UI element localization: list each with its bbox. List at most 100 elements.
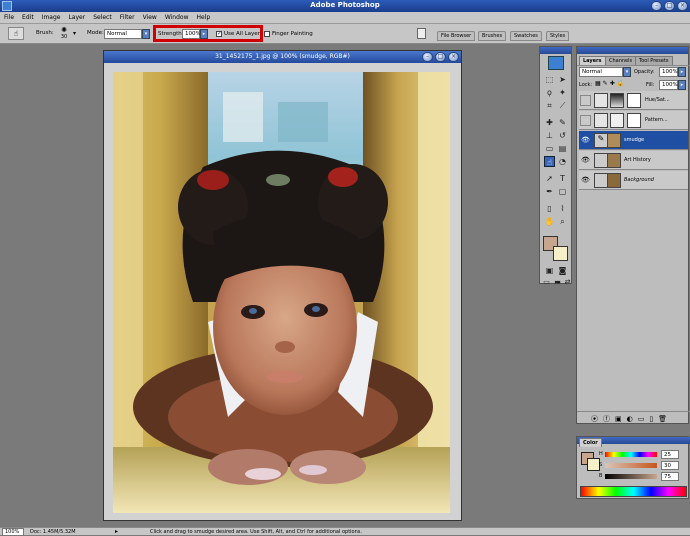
background-color-swatch[interactable] xyxy=(553,246,568,261)
brightness-label: B xyxy=(599,473,603,479)
palette-tab-file-browser[interactable]: File Browser xyxy=(437,31,476,41)
finger-painting-label: Finger Painting xyxy=(272,31,313,37)
tab-tool-presets[interactable]: Tool Presets xyxy=(635,56,673,65)
image-canvas[interactable] xyxy=(113,72,450,513)
photoshop-logo-icon[interactable] xyxy=(548,56,564,70)
jump-to-imageready-icon[interactable]: ⇄ xyxy=(562,277,573,288)
hand-tool-icon[interactable]: ✋ xyxy=(544,216,555,227)
type-tool-icon[interactable]: T xyxy=(557,173,568,184)
layer-row-background[interactable]: 👁 Background xyxy=(579,171,688,190)
magic-wand-tool-icon[interactable]: ✦ xyxy=(557,87,568,98)
brush-picker[interactable]: ✺ 30 xyxy=(57,26,71,41)
healing-brush-tool-icon[interactable]: ✚ xyxy=(544,117,555,128)
maximize-button[interactable]: □ xyxy=(664,1,675,11)
palette-well-icon[interactable] xyxy=(417,28,426,39)
move-tool-icon[interactable]: ➤ xyxy=(557,74,568,85)
app-title-bar: Adobe Photoshop – □ × xyxy=(0,0,690,12)
quick-mask-mode-icon[interactable]: ◙ xyxy=(557,265,568,276)
menu-select[interactable]: Select xyxy=(89,12,116,23)
standard-mode-icon[interactable]: ▣ xyxy=(544,265,555,276)
doc-info[interactable]: Doc: 1.45M/5.32M xyxy=(30,529,76,535)
lock-options-icons[interactable]: ▦✎✚🔒 xyxy=(595,80,626,87)
document-title-bar[interactable]: 31_1452175_1.jpg @ 100% (smudge, RGB#) –… xyxy=(104,51,461,63)
link-slot[interactable] xyxy=(594,173,608,188)
tab-color[interactable]: Color xyxy=(579,438,602,447)
hue-label: H xyxy=(599,451,603,457)
menu-view[interactable]: View xyxy=(139,12,161,23)
brush-size: 30 xyxy=(60,34,68,40)
doc-close-button[interactable]: × xyxy=(448,52,459,62)
document-window[interactable]: 31_1452175_1.jpg @ 100% (smudge, RGB#) –… xyxy=(103,50,462,521)
layer-thumbnail xyxy=(610,113,624,128)
layer-row-hue-sat[interactable]: Hue/Sat... xyxy=(579,91,688,110)
brightness-value[interactable]: 75 xyxy=(661,472,679,481)
link-slot[interactable] xyxy=(594,153,608,168)
visibility-toggle[interactable] xyxy=(580,95,591,106)
finger-painting-checkbox[interactable] xyxy=(264,31,270,37)
fill-input[interactable]: 100% xyxy=(659,80,678,90)
brush-dropdown-arrow-icon[interactable]: ▾ xyxy=(73,30,76,37)
lasso-tool-icon[interactable]: ϙ xyxy=(544,87,555,98)
tab-layers[interactable]: Layers xyxy=(579,56,606,65)
tab-channels[interactable]: Channels xyxy=(605,56,637,65)
color-ramp[interactable] xyxy=(580,486,687,497)
crop-tool-icon[interactable]: ⌗ xyxy=(544,100,555,111)
blend-mode-select[interactable]: Normal xyxy=(579,67,623,77)
path-selection-tool-icon[interactable]: ➚ xyxy=(544,173,555,184)
hue-slider[interactable] xyxy=(605,452,657,457)
visibility-toggle[interactable] xyxy=(580,115,591,126)
layer-row-smudge[interactable]: 👁 ✎ smudge xyxy=(579,131,688,150)
eye-icon[interactable]: 👁 xyxy=(580,155,591,166)
eye-icon[interactable]: 👁 xyxy=(580,135,591,146)
hue-value[interactable]: 25 xyxy=(661,450,679,459)
layer-thumbnail xyxy=(607,173,621,188)
saturation-slider[interactable] xyxy=(605,463,657,468)
menu-help[interactable]: Help xyxy=(193,12,215,23)
doc-minimize-button[interactable]: – xyxy=(422,52,433,62)
palette-tab-brushes[interactable]: Brushes xyxy=(478,31,507,41)
opacity-input[interactable]: 100% xyxy=(659,67,678,77)
paintbrush-icon: ✎ xyxy=(594,133,608,148)
fill-arrow-icon[interactable]: ▸ xyxy=(678,80,686,90)
clone-stamp-tool-icon[interactable]: ⊥ xyxy=(544,130,555,141)
layers-palette-header[interactable] xyxy=(577,47,688,54)
gradient-tool-icon[interactable]: ▤ xyxy=(557,143,568,154)
pen-tool-icon[interactable]: ✒ xyxy=(544,186,555,197)
menu-file[interactable]: File xyxy=(0,12,18,23)
palette-tab-swatches[interactable]: Swatches xyxy=(510,31,542,41)
slice-tool-icon[interactable]: ⟋ xyxy=(557,100,568,111)
palette-tab-styles[interactable]: Styles xyxy=(546,31,570,41)
shape-tool-icon[interactable]: ▢ xyxy=(557,186,568,197)
smudge-tool-preset-icon[interactable]: ☝ xyxy=(8,27,24,40)
brightness-slider[interactable] xyxy=(605,474,657,479)
smudge-tool-icon[interactable]: ☝ xyxy=(544,156,555,167)
menu-image[interactable]: Image xyxy=(38,12,65,23)
blend-mode-arrow-icon[interactable]: ▾ xyxy=(623,67,631,77)
brush-tool-icon[interactable]: ✎ xyxy=(557,117,568,128)
eraser-tool-icon[interactable]: ▭ xyxy=(544,143,555,154)
close-button[interactable]: × xyxy=(677,1,688,11)
mode-select[interactable]: Normal xyxy=(104,29,142,39)
status-arrow-icon[interactable]: ▸ xyxy=(115,528,118,535)
layer-action-icons[interactable]: ⦿ⓕ▣◐▭▯🗑 xyxy=(591,414,672,424)
screen-mode-icon[interactable]: ▭ xyxy=(541,277,552,288)
menu-edit[interactable]: Edit xyxy=(18,12,38,23)
eyedropper-tool-icon[interactable]: ⌇ xyxy=(557,203,568,214)
minimize-button[interactable]: – xyxy=(651,1,662,11)
layer-row-pattern[interactable]: Pattern... xyxy=(579,111,688,130)
dodge-tool-icon[interactable]: ◔ xyxy=(557,156,568,167)
zoom-tool-icon[interactable]: ⌕ xyxy=(557,216,568,227)
notes-tool-icon[interactable]: ▯ xyxy=(544,203,555,214)
history-brush-tool-icon[interactable]: ↺ xyxy=(557,130,568,141)
eye-icon[interactable]: 👁 xyxy=(580,175,591,186)
menu-filter[interactable]: Filter xyxy=(116,12,139,23)
saturation-value[interactable]: 30 xyxy=(661,461,679,470)
doc-maximize-button[interactable]: □ xyxy=(435,52,446,62)
menu-window[interactable]: Window xyxy=(161,12,193,23)
marquee-tool-icon[interactable]: ⬚ xyxy=(544,74,555,85)
menu-layer[interactable]: Layer xyxy=(64,12,89,23)
opacity-arrow-icon[interactable]: ▸ xyxy=(678,67,686,77)
toolbox-header[interactable] xyxy=(540,47,571,54)
mode-dropdown-arrow-icon[interactable]: ▾ xyxy=(142,29,150,39)
layer-row-art-history[interactable]: 👁 Art History xyxy=(579,151,688,170)
